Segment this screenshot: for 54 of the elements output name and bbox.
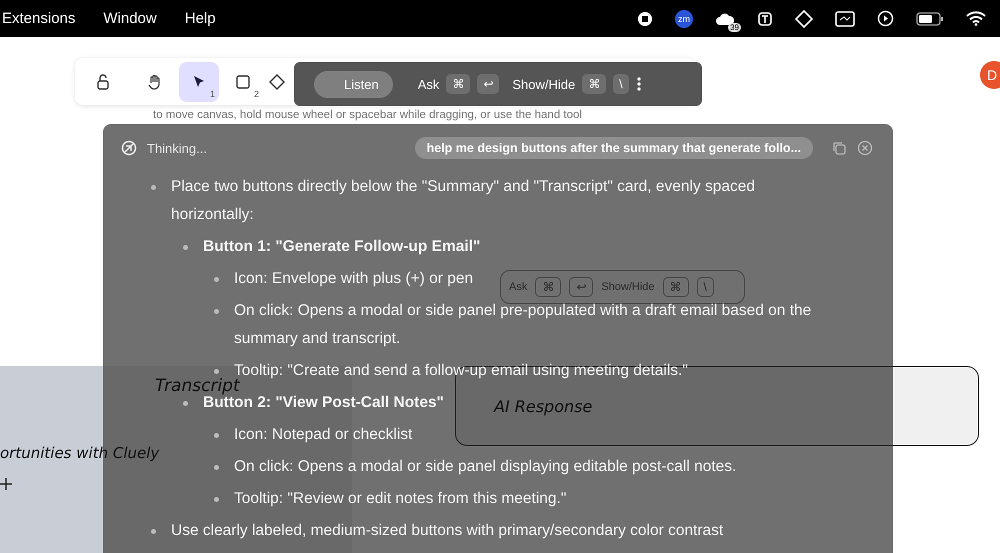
bullet-text: Button 1: "Generate Follow-up Email"	[203, 237, 480, 257]
menu-item[interactable]: Window	[103, 10, 157, 27]
pointer-icon	[192, 74, 206, 88]
close-icon[interactable]	[857, 140, 873, 156]
bullet-text: Use clearly labeled, medium-sized buttons with primary/secondary color contrast	[171, 521, 724, 541]
diamond-icon	[269, 74, 285, 90]
key-cap: \	[613, 74, 629, 94]
bullet-text: Place two buttons directly below the "Summary" and "Transcript" card, evenly spaced horizontally:	[171, 177, 756, 225]
key-cap: ⌘	[662, 277, 689, 297]
move-icon	[0, 478, 12, 490]
card-title: Transcript	[155, 376, 240, 396]
status-text: Thinking...	[147, 140, 208, 156]
menu-item[interactable]: Extensions	[2, 10, 76, 27]
bullet-text: Button 2: "View Post-Call Notes"	[203, 394, 444, 413]
logo-icon	[121, 140, 137, 156]
action-label[interactable]: Show/Hide	[512, 76, 576, 92]
card-text: ortunities with Cluely	[0, 444, 160, 462]
key-cap: \	[696, 277, 714, 297]
key-cap: ↩	[477, 74, 500, 94]
prompt-pill: help me design buttons after the summary that generate follo...	[414, 137, 813, 159]
action-label[interactable]: Ask	[418, 76, 440, 92]
card-title: AI Response	[494, 397, 592, 416]
bullet-text: Icon: Notepad or checklist	[234, 425, 412, 445]
play-icon[interactable]	[877, 10, 894, 27]
key-cap: ↩	[569, 277, 594, 297]
key-cap: ⌘	[446, 74, 470, 94]
screen-icon[interactable]	[835, 10, 855, 26]
shortcut-number: 2	[254, 88, 259, 98]
battery-icon[interactable]	[916, 12, 944, 26]
shortcut-number: 1	[210, 88, 215, 98]
key-cap: ⌘	[582, 74, 606, 94]
canvas-hint: to move canvas, hold mouse wheel or spacebar while dragging, or use the hand tool	[153, 109, 582, 121]
zoom-icon[interactable]: zm	[675, 10, 693, 28]
listen-button[interactable]: Listen	[314, 70, 393, 98]
avatar[interactable]: D	[980, 61, 1000, 89]
bullet-text: On click: Opens a modal or side panel displaying editable post-call notes.	[234, 457, 736, 477]
bullet-text: Tooltip: "Review or edit notes from this meeting."	[234, 489, 566, 509]
pointer-tool[interactable]: 1	[179, 62, 219, 102]
key-cap: ⌘	[535, 277, 562, 297]
record-icon[interactable]	[637, 10, 653, 26]
action-label: Ask	[509, 281, 528, 293]
wifi-icon[interactable]	[966, 11, 986, 26]
more-icon[interactable]	[636, 76, 642, 92]
square-icon	[236, 74, 250, 88]
diamond-icon[interactable]	[795, 10, 813, 28]
menu-item[interactable]: Help	[184, 10, 216, 27]
action-label: Show/Hide	[601, 281, 655, 293]
copy-icon[interactable]	[831, 140, 847, 156]
bullet-text: On click: Opens a modal or side panel pre-populated with a draft email based on the summary and transcript.	[234, 301, 812, 349]
app-icon[interactable]	[757, 10, 773, 26]
count-badge: 39	[728, 22, 741, 32]
lock-icon	[95, 74, 111, 90]
bullet-text: Icon: Envelope with plus (+) or pen	[234, 269, 474, 289]
rectangle-tool[interactable]: 2	[223, 62, 263, 102]
